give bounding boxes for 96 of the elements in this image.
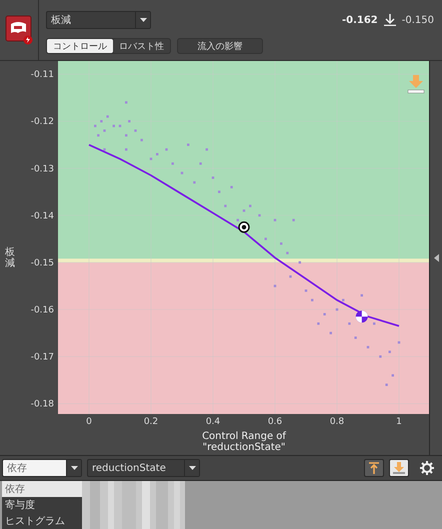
current-value: -0.162 <box>342 14 378 26</box>
data-point <box>106 116 109 118</box>
data-point <box>264 238 267 240</box>
data-point <box>280 242 282 246</box>
current-point-marker[interactable] <box>238 222 250 234</box>
data-point <box>372 322 376 326</box>
expand-icon[interactable] <box>434 254 439 262</box>
data-point <box>224 205 227 208</box>
data-point <box>366 346 370 349</box>
data-point <box>230 186 233 189</box>
x-tick-label: 0.4 <box>206 417 220 428</box>
y-tick-label: -0.18 <box>30 400 54 410</box>
data-point <box>97 134 100 137</box>
y-tick-label: -0.16 <box>30 306 54 316</box>
caret-icon <box>188 466 196 470</box>
data-point <box>171 162 174 166</box>
data-point <box>342 299 344 302</box>
upload-button[interactable] <box>364 459 384 478</box>
data-point <box>354 336 357 340</box>
data-point <box>304 290 308 292</box>
data-point <box>124 134 128 137</box>
tab[interactable]: 流入の影響 <box>178 39 262 53</box>
download-icon <box>393 462 405 474</box>
data-point <box>258 214 261 217</box>
data-point <box>206 148 208 151</box>
data-point <box>323 313 326 316</box>
data-point <box>118 125 122 128</box>
y-tick-label: -0.12 <box>30 118 54 128</box>
data-point <box>140 139 143 142</box>
data-point <box>156 153 158 156</box>
download-button[interactable] <box>389 459 409 478</box>
data-point <box>286 252 289 255</box>
data-point <box>292 219 295 222</box>
caret-icon <box>70 466 78 470</box>
data-point <box>180 172 184 174</box>
data-point <box>274 219 276 222</box>
data-point <box>310 299 314 302</box>
data-point <box>274 285 276 288</box>
menu-item[interactable]: ヒストグラム <box>2 513 82 529</box>
y-tick-label: -0.17 <box>30 352 54 363</box>
tab[interactable]: コントロール <box>47 39 113 53</box>
data-point <box>242 210 246 212</box>
x-tick-label: 0.2 <box>144 417 158 428</box>
menu-item[interactable]: 寄与度 <box>2 497 82 513</box>
y-tick-label: -0.13 <box>30 164 54 175</box>
caret-icon <box>140 18 146 22</box>
data-point <box>165 148 168 151</box>
data-point <box>199 162 202 166</box>
threshold-value: -0.150 <box>402 14 434 26</box>
settings-icon[interactable] <box>420 461 434 476</box>
data-point <box>218 190 220 194</box>
data-point <box>124 148 128 151</box>
y-tick-label: -0.14 <box>30 212 54 222</box>
metric-dropdown[interactable]: 板減 <box>46 11 151 29</box>
data-point <box>330 332 332 335</box>
data-point <box>289 276 292 278</box>
data-point <box>100 120 103 123</box>
data-point <box>134 130 137 132</box>
data-point <box>103 130 106 132</box>
x-tick-label: 0.8 <box>330 417 344 428</box>
y-tick-label: -0.11 <box>30 70 54 80</box>
x-axis-label: "reductionState" <box>202 442 286 454</box>
data-point <box>193 182 196 184</box>
menu-item[interactable]: 依存 <box>2 481 82 497</box>
y-axis-label: 板減 <box>4 247 15 270</box>
variable-dropdown[interactable]: reductionState <box>87 459 200 478</box>
data-point <box>385 384 388 386</box>
data-point <box>186 144 190 146</box>
data-point <box>398 342 400 344</box>
data-point <box>348 322 351 326</box>
data-point <box>150 158 152 160</box>
view-dropdown[interactable]: 依存 <box>2 459 82 478</box>
y-tick-label: -0.15 <box>30 258 54 269</box>
data-point <box>388 350 391 354</box>
download-icon <box>384 14 396 26</box>
data-point <box>336 308 338 311</box>
data-point <box>103 148 106 151</box>
data-point <box>236 219 239 222</box>
tab[interactable]: ロバスト性 <box>113 39 170 53</box>
x-tick-label: 0.6 <box>268 417 282 428</box>
data-point <box>392 374 394 377</box>
upload-icon <box>369 462 379 474</box>
data-point <box>248 205 252 208</box>
data-point <box>212 176 214 180</box>
x-tick-label: 0 <box>86 417 92 428</box>
data-point <box>112 125 115 128</box>
data-point <box>379 356 382 358</box>
data-point <box>94 125 96 128</box>
data-point <box>124 102 128 104</box>
x-tick-label: 1 <box>396 417 402 428</box>
x-axis-label: Control Range of <box>202 431 286 442</box>
data-point <box>360 294 363 297</box>
data-point <box>128 120 130 123</box>
app-logo-icon <box>5 15 33 46</box>
optimum-point-marker[interactable] <box>356 310 368 323</box>
data-point <box>317 322 320 326</box>
